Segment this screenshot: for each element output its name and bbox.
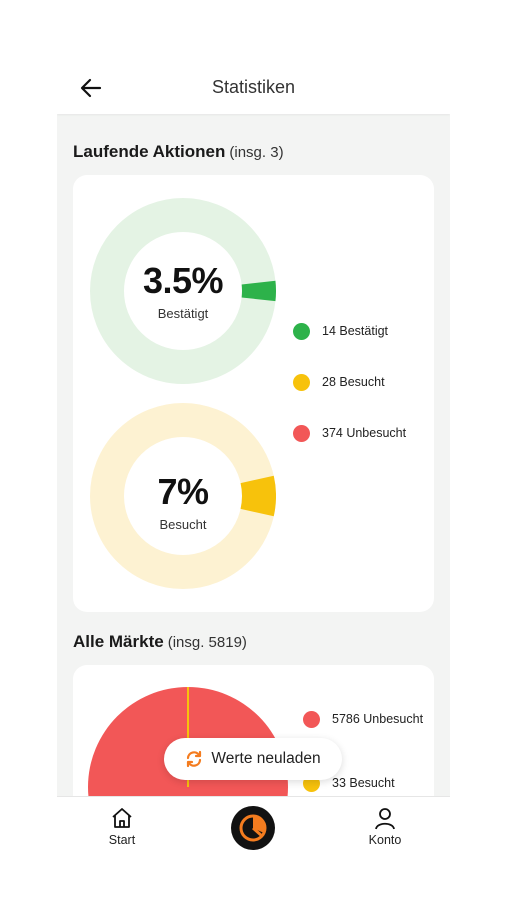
legend-item: 14 Bestätigt [293, 321, 406, 341]
refresh-icon [187, 750, 202, 768]
section-title-markets-text: Alle Märkte [73, 632, 164, 651]
donut-visited-label: Besucht [159, 517, 207, 532]
nav-item-statistics[interactable] [231, 806, 275, 850]
nav-label-start: Start [108, 833, 136, 847]
section-count-markets: (insg. 5819) [167, 634, 247, 651]
donut-visited-center: 7% Besucht [90, 471, 276, 532]
legend-text: 14 Bestätigt [322, 324, 389, 338]
legend-dot-unvisited [303, 710, 320, 728]
legend-dot-confirmed [293, 322, 310, 340]
legend-text: 33 Besucht [332, 776, 395, 790]
pie-chart-icon [239, 814, 267, 842]
nav-item-konto[interactable]: Konto [350, 805, 420, 847]
donut-visited-percent: 7% [157, 471, 209, 512]
app-bar: Statistiken [57, 58, 450, 114]
section-count-running: (insg. 3) [229, 144, 284, 161]
reload-values-button[interactable]: Werte neuladen [164, 738, 342, 780]
legend-item: 5786 Unbesucht [303, 709, 423, 729]
running-actions-card: 3.5% Bestätigt 7% Besucht 14 Bestätigt 2… [73, 175, 434, 612]
legend-text: 5786 Unbesucht [332, 712, 424, 726]
legend-item: 28 Besucht [293, 372, 406, 392]
bottom-navigation: Start Konto [57, 796, 450, 856]
donut-confirmed-center: 3.5% Bestätigt [90, 260, 276, 321]
legend-item: 374 Unbesucht [293, 423, 406, 443]
legend-text: 374 Unbesucht [322, 426, 407, 440]
section-title-running: Laufende Aktionen (insg. 3) [73, 142, 284, 162]
statistics-screen: Statistiken Laufende Aktionen (insg. 3) 3… [57, 58, 450, 856]
nav-label-konto: Konto [368, 833, 402, 847]
section-title-running-text: Laufende Aktionen [73, 142, 226, 161]
running-legend: 14 Bestätigt 28 Besucht 374 Unbesucht [293, 321, 406, 474]
page-title: Statistiken [211, 77, 296, 97]
donut-confirmed-percent: 3.5% [142, 260, 224, 301]
legend-dot-unvisited [293, 424, 310, 442]
home-icon [112, 808, 132, 828]
legend-dot-visited [293, 373, 310, 391]
user-icon [375, 808, 395, 830]
donut-confirmed-label: Bestätigt [157, 306, 209, 321]
nav-item-start[interactable]: Start [87, 805, 157, 847]
section-title-markets: Alle Märkte (insg. 5819) [73, 632, 247, 652]
reload-values-label: Werte neuladen [211, 750, 321, 767]
legend-text: 28 Besucht [322, 375, 385, 389]
